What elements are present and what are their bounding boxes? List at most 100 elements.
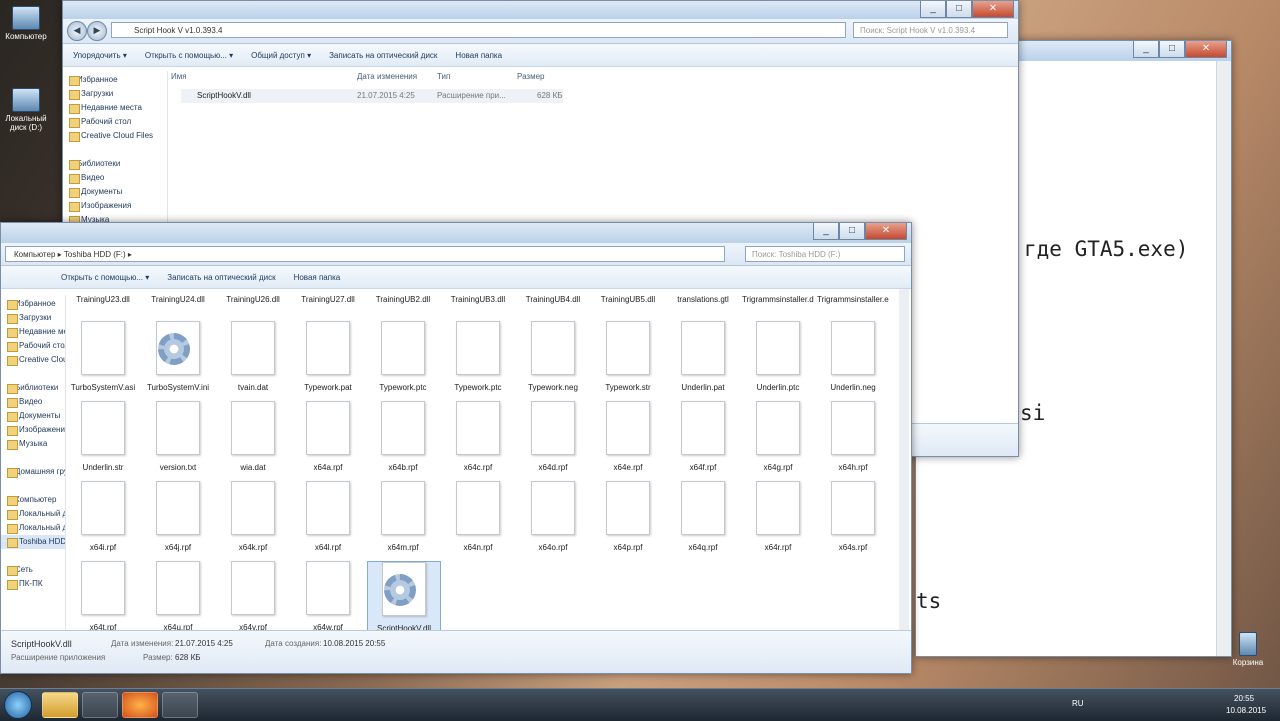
nav-item[interactable]: Creative Cloud Files xyxy=(1,353,65,367)
file-item[interactable]: x64o.rpf xyxy=(517,481,589,557)
desktop-icon-drive-d[interactable]: Локальный диск (D:) xyxy=(0,88,52,132)
file-item[interactable]: x64n.rpf xyxy=(442,481,514,557)
file-item[interactable]: x64c.rpf xyxy=(442,401,514,477)
open-with-menu[interactable]: Открыть с помощью... ▾ xyxy=(145,51,233,60)
open-with-menu[interactable]: Открыть с помощью... ▾ xyxy=(61,273,149,282)
nav-item[interactable]: Недавние места xyxy=(1,325,65,339)
breadcrumb[interactable]: Компьютер ▸ Toshiba HDD (F:) ▸ xyxy=(5,246,725,262)
new-folder-button[interactable]: Новая папка xyxy=(455,51,502,60)
file-item[interactable]: x64r.rpf xyxy=(742,481,814,557)
new-folder-button[interactable]: Новая папка xyxy=(294,273,341,282)
file-item[interactable]: x64g.rpf xyxy=(742,401,814,477)
nav-item[interactable]: Компьютер xyxy=(1,493,65,507)
taskbar-app-button[interactable] xyxy=(162,692,198,718)
file-item[interactable]: Typework.pat xyxy=(292,321,364,397)
nav-item[interactable]: Toshiba HDD (F:) xyxy=(1,535,65,549)
address-field[interactable]: Script Hook V v1.0.393.4 xyxy=(111,22,846,38)
search-input[interactable]: Поиск: Toshiba HDD (F:) xyxy=(745,246,905,262)
back-button[interactable]: ◀ xyxy=(67,21,87,41)
nav-item[interactable]: ПК-ПК xyxy=(1,577,65,591)
file-row[interactable]: ScriptHookV.dll 21.07.2015 4:25 Расширен… xyxy=(181,89,563,103)
file-item[interactable]: TurboSystemV.ini xyxy=(142,321,214,397)
language-indicator[interactable]: RU xyxy=(1072,699,1084,708)
nav-item[interactable]: Рабочий стол xyxy=(63,115,167,129)
taskbar-media-player-button[interactable] xyxy=(82,692,118,718)
file-item[interactable]: x64t.rpf xyxy=(67,561,139,633)
vertical-scrollbar[interactable] xyxy=(899,289,909,633)
file-item[interactable]: Underlin.pat xyxy=(667,321,739,397)
file-item[interactable]: x64q.rpf xyxy=(667,481,739,557)
share-menu[interactable]: Общий доступ ▾ xyxy=(251,51,311,60)
nav-item[interactable]: Изображения xyxy=(1,423,65,437)
column-header-name[interactable]: Имя xyxy=(171,72,187,81)
file-item[interactable]: Underlin.neg xyxy=(817,321,889,397)
file-item[interactable]: x64i.rpf xyxy=(67,481,139,557)
file-item[interactable]: x64w.rpf xyxy=(292,561,364,633)
burn-button[interactable]: Записать на оптический диск xyxy=(167,273,275,282)
taskbar-firefox-button[interactable] xyxy=(122,692,158,718)
file-item[interactable]: x64e.rpf xyxy=(592,401,664,477)
nav-item[interactable]: Загрузки xyxy=(63,87,167,101)
nav-item[interactable]: Библиотеки xyxy=(63,157,167,171)
file-item[interactable]: Underlin.ptc xyxy=(742,321,814,397)
organize-menu[interactable]: Упорядочить ▾ xyxy=(73,51,127,60)
nav-item[interactable]: Недавние места xyxy=(63,101,167,115)
column-header-size[interactable]: Размер xyxy=(517,72,545,81)
nav-item[interactable]: Локальный диск (D:) xyxy=(1,521,65,535)
file-item[interactable]: version.txt xyxy=(142,401,214,477)
column-header-date[interactable]: Дата изменения xyxy=(357,72,417,81)
maximize-button[interactable]: □ xyxy=(839,223,865,240)
file-item[interactable]: Typework.str xyxy=(592,321,664,397)
nav-item[interactable]: Creative Cloud Files xyxy=(63,129,167,143)
file-item[interactable]: TurboSystemV.asi xyxy=(67,321,139,397)
breadcrumb-item[interactable]: Компьютер xyxy=(14,250,55,259)
taskbar-explorer-button[interactable] xyxy=(42,692,78,718)
file-item[interactable]: Typework.ptc xyxy=(442,321,514,397)
file-item[interactable]: x64u.rpf xyxy=(142,561,214,633)
nav-item[interactable]: Документы xyxy=(63,185,167,199)
burn-button[interactable]: Записать на оптический диск xyxy=(329,51,437,60)
desktop-icon-computer[interactable]: Компьютер xyxy=(0,6,52,41)
file-item[interactable]: tvain.dat xyxy=(217,321,289,397)
close-button[interactable]: ✕ xyxy=(1185,41,1227,58)
nav-item[interactable]: Документы xyxy=(1,409,65,423)
start-button[interactable] xyxy=(4,691,32,719)
file-item[interactable]: Underlin.str xyxy=(67,401,139,477)
vertical-scrollbar[interactable] xyxy=(1216,61,1231,656)
file-item[interactable]: x64d.rpf xyxy=(517,401,589,477)
nav-item[interactable]: Рабочий стол xyxy=(1,339,65,353)
close-button[interactable]: ✕ xyxy=(865,223,907,240)
file-item[interactable]: x64s.rpf xyxy=(817,481,889,557)
file-item[interactable]: x64h.rpf xyxy=(817,401,889,477)
nav-item[interactable]: Видео xyxy=(63,171,167,185)
nav-item[interactable]: Локальный диск (C:) xyxy=(1,507,65,521)
nav-item[interactable]: Загрузки xyxy=(1,311,65,325)
close-button[interactable]: ✕ xyxy=(972,1,1014,18)
file-item[interactable]: wia.dat xyxy=(217,401,289,477)
file-item[interactable]: x64f.rpf xyxy=(667,401,739,477)
nav-item[interactable]: Избранное xyxy=(63,73,167,87)
nav-item[interactable]: Избранное xyxy=(1,297,65,311)
nav-item[interactable]: Изображения xyxy=(63,199,167,213)
file-item[interactable]: x64j.rpf xyxy=(142,481,214,557)
minimize-button[interactable]: _ xyxy=(813,223,839,240)
search-input[interactable]: Поиск: Script Hook V v1.0.393.4 xyxy=(853,22,1008,38)
file-item[interactable]: Typework.neg xyxy=(517,321,589,397)
file-item[interactable]: x64k.rpf xyxy=(217,481,289,557)
file-item[interactable]: x64m.rpf xyxy=(367,481,439,557)
maximize-button[interactable]: □ xyxy=(946,1,972,18)
file-item[interactable]: ScriptHookV.dll xyxy=(367,561,441,633)
minimize-button[interactable]: _ xyxy=(1133,41,1159,58)
minimize-button[interactable]: _ xyxy=(920,1,946,18)
nav-item[interactable]: Музыка xyxy=(1,437,65,451)
breadcrumb-item[interactable]: Toshiba HDD (F:) xyxy=(64,250,126,259)
file-item[interactable]: x64l.rpf xyxy=(292,481,364,557)
file-item[interactable]: x64p.rpf xyxy=(592,481,664,557)
file-item[interactable]: x64b.rpf xyxy=(367,401,439,477)
column-header-type[interactable]: Тип xyxy=(437,72,450,81)
file-item[interactable]: x64a.rpf xyxy=(292,401,364,477)
clock-date[interactable]: 10.08.2015 xyxy=(1226,706,1266,715)
nav-item[interactable]: Домашняя группа xyxy=(1,465,65,479)
nav-item[interactable]: Видео xyxy=(1,395,65,409)
nav-item[interactable]: Библиотеки xyxy=(1,381,65,395)
